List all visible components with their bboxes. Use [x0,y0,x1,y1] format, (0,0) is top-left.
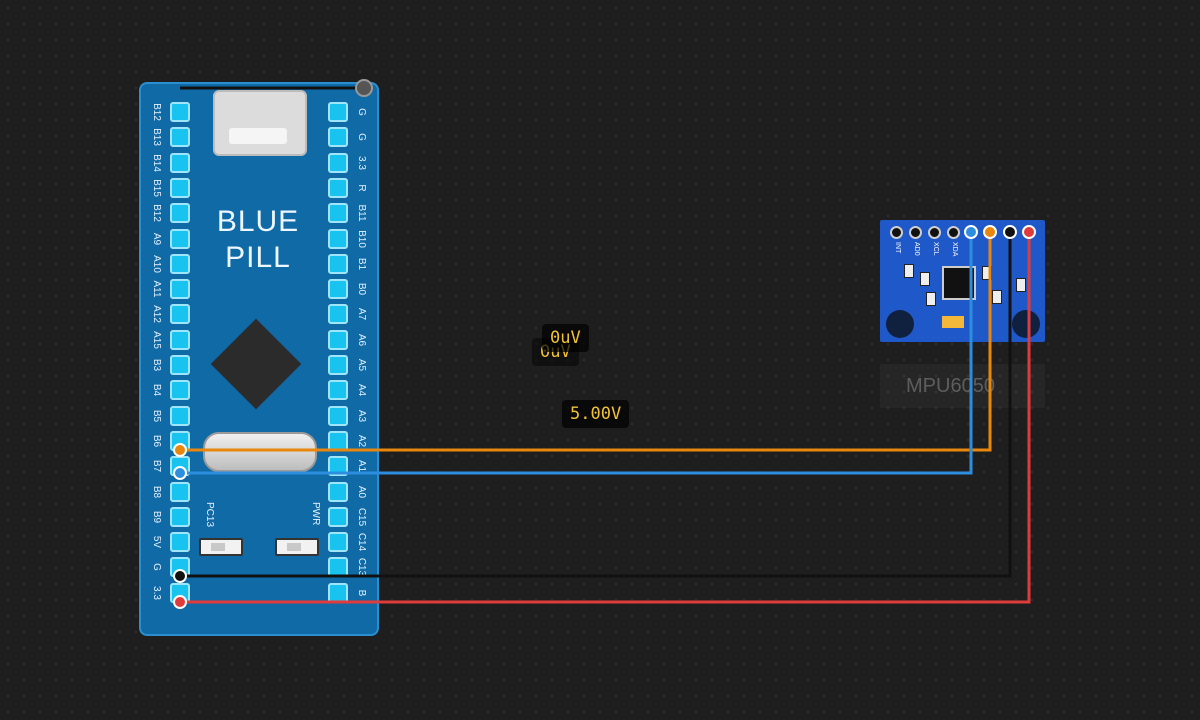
wire-endpoint[interactable] [173,595,187,609]
wire-endpoint[interactable] [355,79,373,97]
wire-endpoint[interactable] [173,569,187,583]
wire-sda[interactable] [180,232,973,475]
wire-endpoint[interactable] [1003,225,1017,239]
wire-vcc[interactable] [180,232,1031,604]
wire-gnd[interactable] [180,232,1012,578]
wire-endpoint[interactable] [173,443,187,457]
wire-endpoint[interactable] [983,225,997,239]
wire-endpoint[interactable] [1022,225,1036,239]
wire-endpoint[interactable] [964,225,978,239]
wire-endpoint[interactable] [173,466,187,480]
wire-layer [173,79,1036,609]
wire-scl[interactable] [180,232,992,452]
